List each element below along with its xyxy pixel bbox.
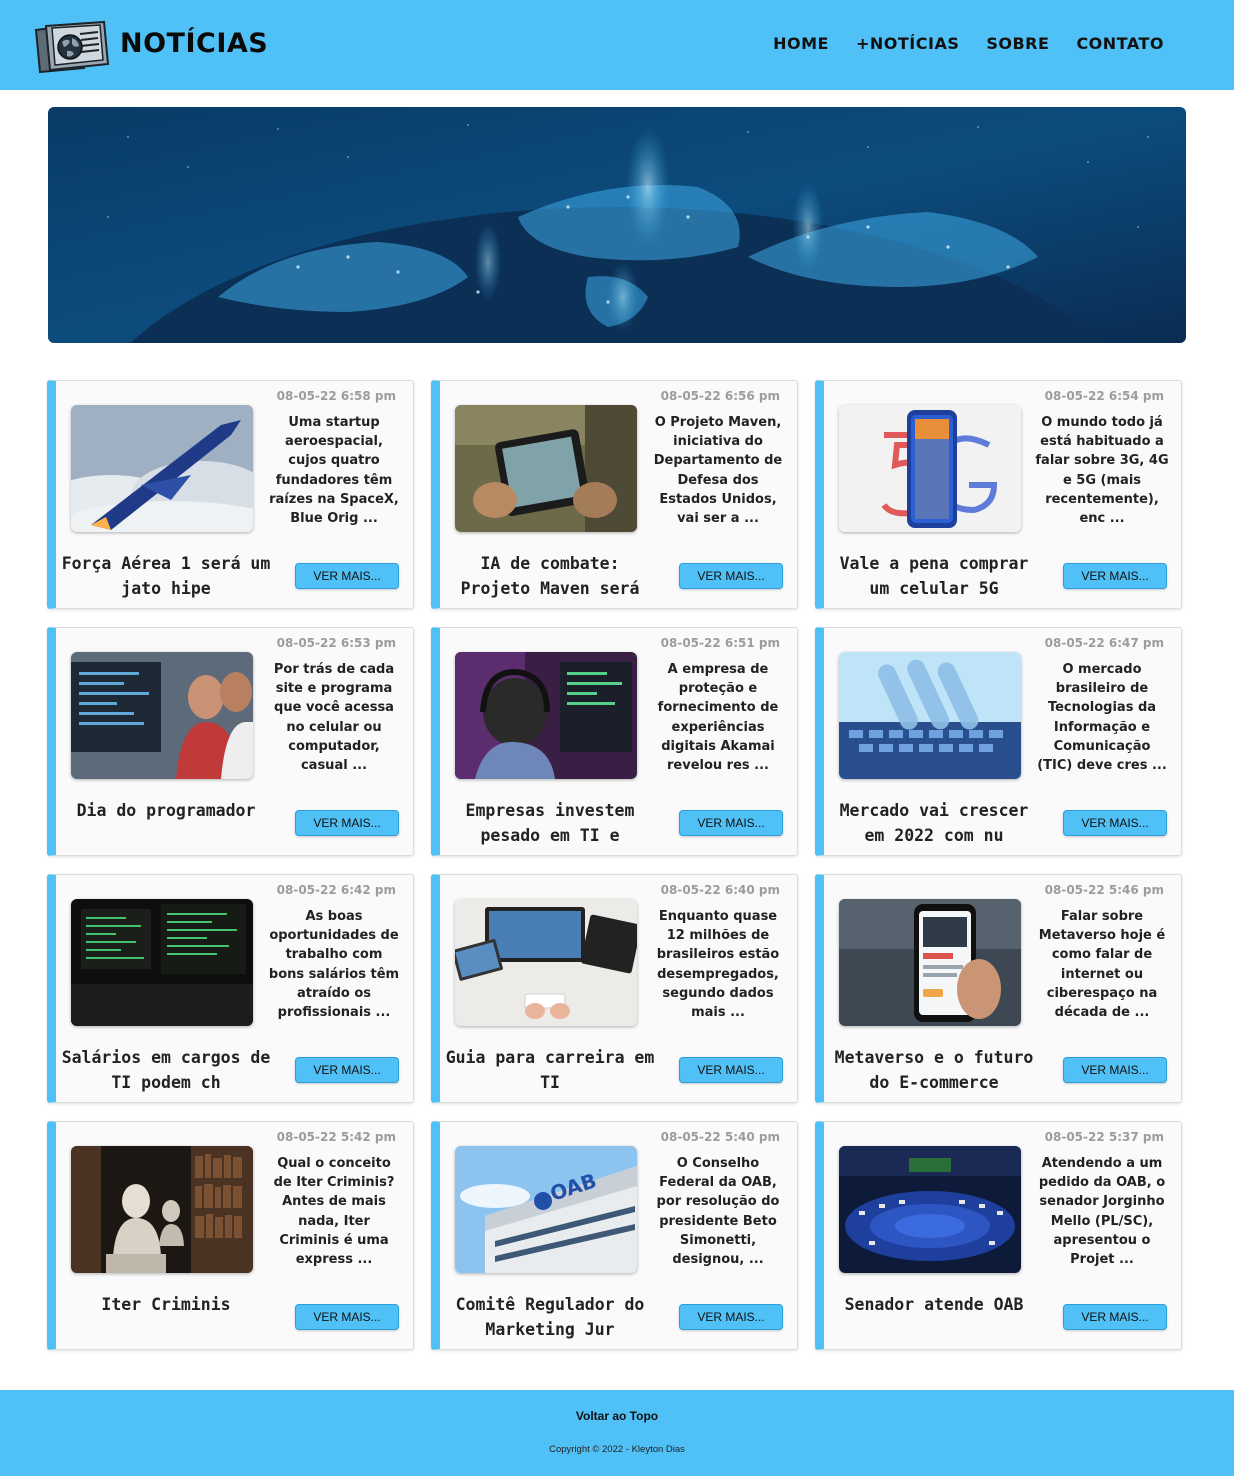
news-date: 08-05-22 6:56 pm bbox=[660, 389, 780, 403]
news-title[interactable]: Iter Criminis bbox=[60, 1292, 272, 1317]
news-thumbnail[interactable] bbox=[455, 899, 637, 1026]
news-card: 08-05-22 6:53 pm Por trás de cada site e… bbox=[47, 627, 414, 856]
site-header: NOTÍCIAS HOME +NOTÍCIAS SOBRE CONTATO bbox=[0, 0, 1234, 90]
news-card: 08-05-22 6:40 pm Enquanto quase 12 milhõ… bbox=[431, 874, 798, 1103]
news-thumbnail[interactable] bbox=[71, 652, 253, 779]
read-more-button[interactable]: VER MAIS... bbox=[295, 563, 399, 589]
news-card: 08-05-22 5:46 pm Falar sobre Metaverso h… bbox=[815, 874, 1182, 1103]
news-excerpt: O Conselho Federal da OAB, por resolução… bbox=[656, 1156, 780, 1268]
news-card: 08-05-22 6:47 pm O mercado brasileiro de… bbox=[815, 627, 1182, 856]
news-excerpt: Por trás de cada site e programa que voc… bbox=[273, 662, 395, 774]
news-excerpt: Qual o conceito de Iter Criminis? Antes … bbox=[273, 1156, 395, 1268]
news-thumbnail[interactable] bbox=[455, 405, 637, 532]
read-more-button[interactable]: VER MAIS... bbox=[295, 1304, 399, 1330]
site-footer: Voltar ao Topo Copyright © 2022 - Kleyto… bbox=[0, 1390, 1234, 1476]
news-title[interactable]: Vale a pena comprar um celular 5G bbox=[828, 551, 1040, 601]
news-date: 08-05-22 5:40 pm bbox=[660, 1130, 780, 1144]
nav-home[interactable]: HOME bbox=[773, 34, 829, 53]
news-excerpt: As boas oportunidades de trabalho com bo… bbox=[268, 909, 400, 1021]
read-more-button[interactable]: VER MAIS... bbox=[1063, 810, 1167, 836]
news-thumbnail[interactable] bbox=[839, 652, 1021, 779]
news-excerpt: O Projeto Maven, iniciativa do Departame… bbox=[653, 415, 783, 527]
news-excerpt: O mundo todo já está habituado a falar s… bbox=[1035, 415, 1169, 527]
nav-about[interactable]: SOBRE bbox=[986, 34, 1049, 53]
read-more-button[interactable]: VER MAIS... bbox=[679, 1304, 783, 1330]
news-thumbnail[interactable] bbox=[839, 1146, 1021, 1273]
back-to-top-link[interactable]: Voltar ao Topo bbox=[0, 1409, 1234, 1423]
news-date: 08-05-22 6:58 pm bbox=[276, 389, 396, 403]
hero-banner bbox=[48, 107, 1186, 343]
news-excerpt: A empresa de proteção e fornecimento de … bbox=[657, 662, 779, 774]
news-date: 08-05-22 5:37 pm bbox=[1044, 1130, 1164, 1144]
read-more-button[interactable]: VER MAIS... bbox=[1063, 563, 1167, 589]
news-thumbnail[interactable] bbox=[839, 405, 1021, 532]
news-date: 08-05-22 6:51 pm bbox=[660, 636, 780, 650]
news-title[interactable]: Mercado vai crescer em 2022 com nu bbox=[828, 798, 1040, 848]
news-excerpt: Falar sobre Metaverso hoje é como falar … bbox=[1038, 909, 1166, 1021]
news-thumbnail[interactable] bbox=[71, 1146, 253, 1273]
news-title[interactable]: Senador atende OAB bbox=[828, 1292, 1040, 1317]
news-title[interactable]: Guia para carreira em TI bbox=[444, 1045, 656, 1095]
news-date: 08-05-22 5:46 pm bbox=[1044, 883, 1164, 897]
nav-contact[interactable]: CONTATO bbox=[1076, 34, 1164, 53]
news-thumbnail[interactable]: OAB bbox=[455, 1146, 637, 1273]
news-date: 08-05-22 6:53 pm bbox=[276, 636, 396, 650]
news-excerpt: Atendendo a um pedido da OAB, o senador … bbox=[1038, 1156, 1166, 1268]
site-logo[interactable]: NOTÍCIAS bbox=[32, 20, 268, 74]
read-more-button[interactable]: VER MAIS... bbox=[1063, 1304, 1167, 1330]
news-date: 08-05-22 5:42 pm bbox=[276, 1130, 396, 1144]
news-thumbnail[interactable] bbox=[71, 899, 253, 1026]
nav-more-news[interactable]: +NOTÍCIAS bbox=[856, 34, 959, 53]
news-card: 08-05-22 6:54 pm O mundo todo já está ha… bbox=[815, 380, 1182, 609]
news-thumbnail[interactable] bbox=[839, 899, 1021, 1026]
news-card: 08-05-22 5:37 pm Atendendo a um pedido d… bbox=[815, 1121, 1182, 1350]
site-title: NOTÍCIAS bbox=[120, 28, 269, 59]
news-card: 08-05-22 6:42 pm As boas oportunidades d… bbox=[47, 874, 414, 1103]
hero-globe-image bbox=[48, 107, 1186, 343]
copyright-text: Copyright © 2022 - Kleyton Dias bbox=[549, 1444, 685, 1455]
read-more-button[interactable]: VER MAIS... bbox=[679, 1057, 783, 1083]
newspaper-globe-icon bbox=[34, 20, 110, 74]
news-title[interactable]: IA de combate: Projeto Maven será bbox=[444, 551, 656, 601]
news-title[interactable]: Empresas investem pesado em TI e bbox=[444, 798, 656, 848]
news-title[interactable]: Comitê Regulador do Marketing Jur bbox=[444, 1292, 656, 1342]
news-title[interactable]: Salários em cargos de TI podem ch bbox=[60, 1045, 272, 1095]
news-date: 08-05-22 6:40 pm bbox=[660, 883, 780, 897]
news-card: 08-05-22 6:56 pm O Projeto Maven, inicia… bbox=[431, 380, 798, 609]
news-date: 08-05-22 6:54 pm bbox=[1044, 389, 1164, 403]
news-card: 08-05-22 5:40 pm OAB O Conselho Federal … bbox=[431, 1121, 798, 1350]
news-title[interactable]: Dia do programador bbox=[60, 798, 272, 823]
news-card: 08-05-22 6:58 pm Uma startup aeroespacia… bbox=[47, 380, 414, 609]
news-title[interactable]: Metaverso e o futuro do E-commerce bbox=[828, 1045, 1040, 1095]
news-card: 08-05-22 6:51 pm A empresa de proteção e… bbox=[431, 627, 798, 856]
read-more-button[interactable]: VER MAIS... bbox=[679, 810, 783, 836]
read-more-button[interactable]: VER MAIS... bbox=[295, 810, 399, 836]
read-more-button[interactable]: VER MAIS... bbox=[1063, 1057, 1167, 1083]
news-title[interactable]: Força Aérea 1 será um jato hipe bbox=[60, 551, 272, 601]
news-date: 08-05-22 6:47 pm bbox=[1044, 636, 1164, 650]
news-excerpt: O mercado brasileiro de Tecnologias da I… bbox=[1037, 662, 1167, 774]
news-date: 08-05-22 6:42 pm bbox=[276, 883, 396, 897]
news-thumbnail[interactable] bbox=[71, 405, 253, 532]
main-nav: HOME +NOTÍCIAS SOBRE CONTATO bbox=[773, 34, 1164, 53]
read-more-button[interactable]: VER MAIS... bbox=[679, 563, 783, 589]
news-excerpt: Enquanto quase 12 milhões de brasileiros… bbox=[656, 909, 780, 1021]
news-excerpt: Uma startup aeroespacial, cujos quatro f… bbox=[269, 415, 399, 527]
read-more-button[interactable]: VER MAIS... bbox=[295, 1057, 399, 1083]
news-thumbnail[interactable] bbox=[455, 652, 637, 779]
news-card: 08-05-22 5:42 pm Qual o conceito de Iter… bbox=[47, 1121, 414, 1350]
